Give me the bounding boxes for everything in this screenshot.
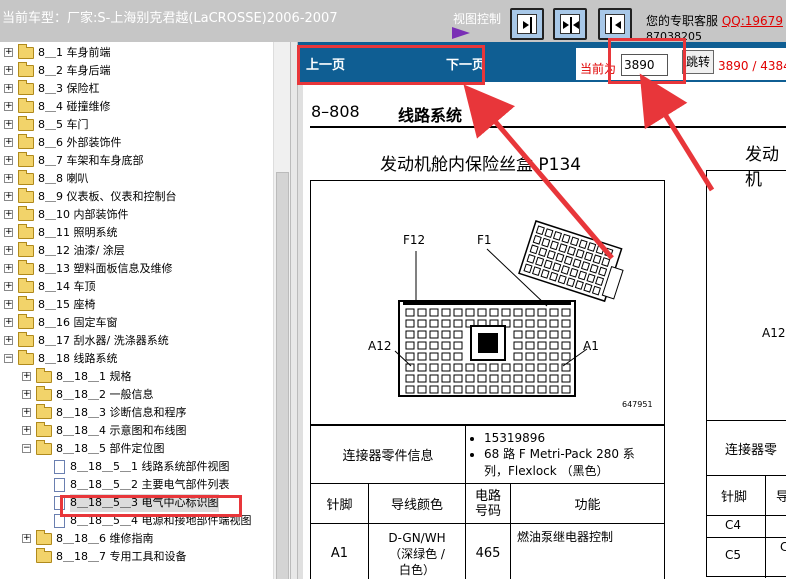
annotation-arrows: [463, 73, 715, 260]
arrow-to-nav: [463, 84, 614, 260]
arrow-to-page-input: [639, 73, 715, 192]
